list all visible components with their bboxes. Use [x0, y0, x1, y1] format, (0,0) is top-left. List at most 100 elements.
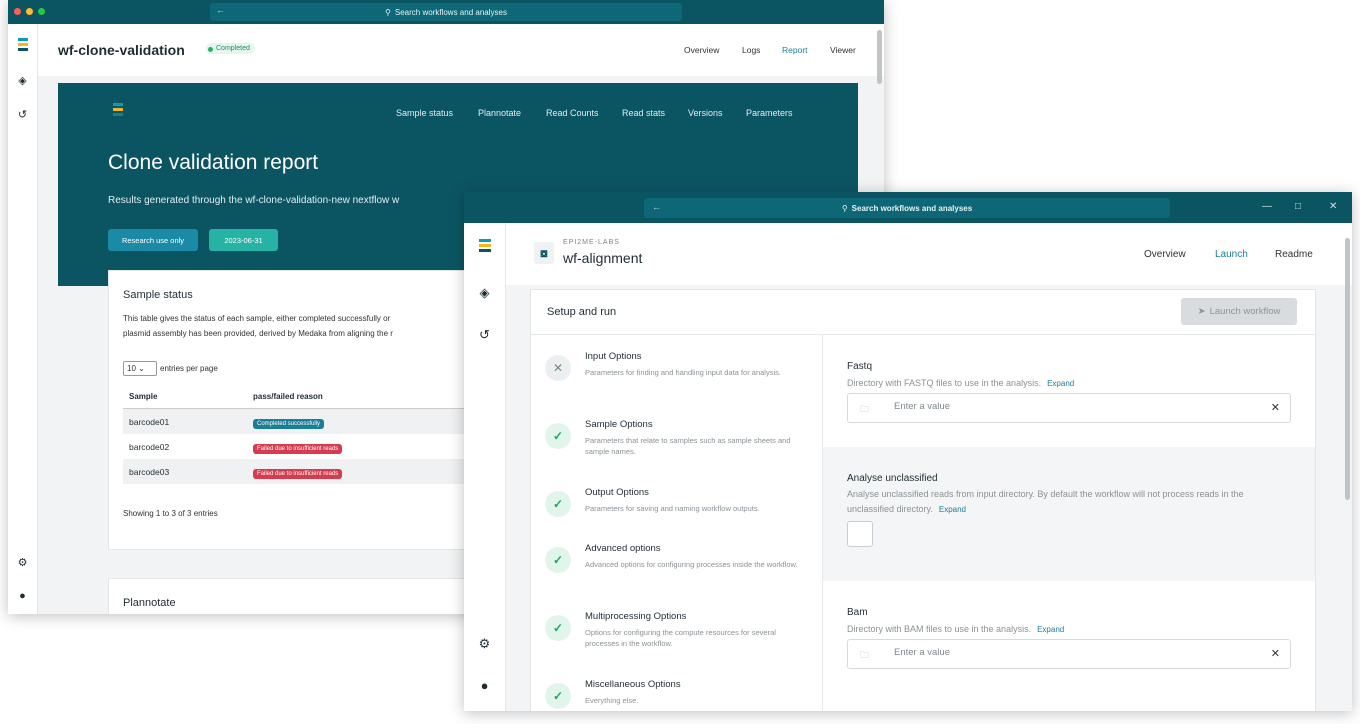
field-label: Bam — [847, 607, 868, 618]
entries-value: 10 — [127, 364, 136, 373]
table-info: Showing 1 to 3 of 3 entries — [123, 509, 218, 518]
tab-report[interactable]: Report — [782, 45, 808, 55]
bam-input[interactable]: 🗀 ✕ — [847, 639, 1291, 669]
sample-status-card: Sample status This table gives the statu… — [108, 270, 481, 550]
scrollbar[interactable] — [877, 30, 882, 84]
steps-list: ✕ Input Options Parameters for finding a… — [531, 334, 823, 711]
history-icon[interactable]: ↺ — [464, 327, 505, 343]
folder-icon[interactable]: 🗀 — [860, 648, 869, 664]
sample-cell: barcode01 — [129, 416, 170, 427]
launch-workflow-button[interactable]: ➤ Launch workflow — [1181, 298, 1297, 325]
gear-icon[interactable]: ⚙ — [8, 556, 37, 569]
fastq-field[interactable] — [894, 401, 1254, 412]
expand-link[interactable]: Expand — [1037, 625, 1064, 634]
close-window-button[interactable] — [14, 8, 21, 15]
report-nav-versions[interactable]: Versions — [688, 108, 723, 118]
clear-icon[interactable]: ✕ — [1271, 401, 1280, 414]
table-row: barcode02 Failed due to insufficient rea… — [123, 434, 481, 459]
back-arrow-icon[interactable]: ← — [216, 5, 225, 15]
description-line: This table gives the status of each samp… — [123, 314, 391, 323]
step-description: Parameters for finding and handling inpu… — [585, 368, 781, 377]
check-icon: ✓ — [545, 615, 571, 641]
history-icon[interactable]: ↺ — [8, 108, 37, 121]
epi2me-logo-icon[interactable] — [464, 239, 505, 257]
description-text: Directory with BAM files to use in the a… — [847, 624, 1032, 634]
column-header-sample[interactable]: Sample — [123, 392, 253, 401]
workflows-icon[interactable]: ◈ — [464, 285, 505, 301]
description-text: Analyse unclassified reads from input di… — [847, 489, 1244, 514]
step-name: Input Options — [585, 351, 642, 362]
fastq-input[interactable]: 🗀 ✕ — [847, 393, 1291, 423]
user-icon[interactable]: ● — [8, 590, 37, 602]
user-icon[interactable]: ● — [464, 678, 505, 693]
tab-viewer[interactable]: Viewer — [830, 45, 856, 55]
expand-link[interactable]: Expand — [939, 505, 966, 514]
table-row: barcode01 Completed successfully — [123, 409, 481, 434]
gear-icon[interactable]: ⚙ — [464, 636, 505, 652]
step-description: Advanced options for configuring process… — [585, 560, 798, 569]
minimize-window-button[interactable] — [26, 8, 33, 15]
search-bar[interactable]: ← ⚲ Search workflows and analyses — [210, 3, 682, 21]
titlebar: ← ⚲ Search workflows and analyses — □ ✕ — [464, 192, 1352, 223]
date-badge: 2023-06-31 — [209, 229, 278, 251]
report-nav-read-stats[interactable]: Read stats — [622, 108, 665, 118]
table-row: barcode03 Failed due to insufficient rea… — [123, 459, 481, 484]
report-nav-read-counts[interactable]: Read Counts — [546, 108, 599, 118]
scrollbar[interactable] — [1345, 238, 1350, 500]
tab-readme[interactable]: Readme — [1275, 249, 1313, 260]
expand-link[interactable]: Expand — [1047, 379, 1074, 388]
report-nav-parameters[interactable]: Parameters — [746, 108, 793, 118]
sample-table: Sample pass/failed reason barcode01 Comp… — [123, 385, 481, 484]
column-header-reason[interactable]: pass/failed reason — [253, 392, 323, 401]
close-window-button[interactable]: ✕ — [1329, 201, 1337, 212]
field-description: Directory with FASTQ files to use in the… — [847, 376, 1287, 391]
entries-per-page: 10 ⌄ entries per page — [123, 361, 218, 376]
section-title: Plannotate — [123, 597, 176, 609]
field-fastq: Fastq Directory with FASTQ files to use … — [823, 335, 1315, 447]
epi2me-logo-icon[interactable] — [8, 38, 37, 56]
chevron-down-icon: ⌄ — [138, 364, 145, 373]
search-bar[interactable]: ← ⚲ Search workflows and analyses — [644, 198, 1170, 218]
report-nav-plannotate[interactable]: Plannotate — [478, 108, 521, 118]
field-label: Fastq — [847, 361, 873, 372]
field-bam: Bam Directory with BAM files to use in t… — [823, 581, 1315, 711]
tab-logs[interactable]: Logs — [742, 45, 760, 55]
tab-launch[interactable]: Launch — [1215, 249, 1248, 260]
search-placeholder: Search workflows and analyses — [394, 7, 507, 17]
maximize-window-button[interactable] — [38, 8, 45, 15]
folder-icon[interactable]: 🗀 — [860, 402, 869, 418]
sample-cell: barcode02 — [129, 441, 170, 452]
plannotate-card: Plannotate — [108, 578, 480, 614]
field-description: Directory with BAM files to use in the a… — [847, 622, 1287, 637]
maximize-window-button[interactable]: □ — [1295, 201, 1301, 212]
search-icon: ⚲ — [385, 7, 391, 17]
research-use-badge: Research use only — [108, 229, 198, 251]
status-badge: Completed — [206, 43, 255, 54]
description-line: plasmid assembly has been provided, deri… — [123, 329, 393, 338]
analyse-unclassified-checkbox[interactable] — [847, 521, 873, 547]
field-description: Analyse unclassified reads from input di… — [847, 487, 1287, 517]
entries-select[interactable]: 10 ⌄ — [123, 361, 157, 376]
window-controls — [14, 8, 45, 15]
step-description: Options for configuring the compute reso… — [585, 628, 776, 648]
check-icon: ✓ — [545, 547, 571, 573]
tab-overview[interactable]: Overview — [1144, 249, 1186, 260]
search-icon: ⚲ — [841, 203, 848, 213]
page-title: wf-alignment — [563, 250, 643, 266]
launch-window: ← ⚲ Search workflows and analyses — □ ✕ … — [464, 192, 1352, 711]
bam-field[interactable] — [894, 647, 1254, 658]
workflows-icon[interactable]: ◈ — [8, 74, 37, 87]
step-name: Miscellaneous Options — [585, 679, 681, 690]
check-icon: ✓ — [545, 423, 571, 449]
step-name: Advanced options — [585, 543, 661, 554]
minimize-window-button[interactable]: — — [1262, 201, 1272, 212]
clear-icon[interactable]: ✕ — [1271, 647, 1280, 660]
sample-cell: barcode03 — [129, 466, 170, 477]
tab-overview[interactable]: Overview — [684, 45, 719, 55]
step-name: Output Options — [585, 487, 649, 498]
report-nav-sample-status[interactable]: Sample status — [396, 108, 453, 118]
workflow-header: ⧇ EPI2ME-LABS wf-alignment Overview Laun… — [506, 223, 1352, 285]
table-header: Sample pass/failed reason — [123, 385, 481, 409]
check-icon: ✓ — [545, 491, 571, 517]
back-arrow-icon[interactable]: ← — [652, 202, 661, 212]
